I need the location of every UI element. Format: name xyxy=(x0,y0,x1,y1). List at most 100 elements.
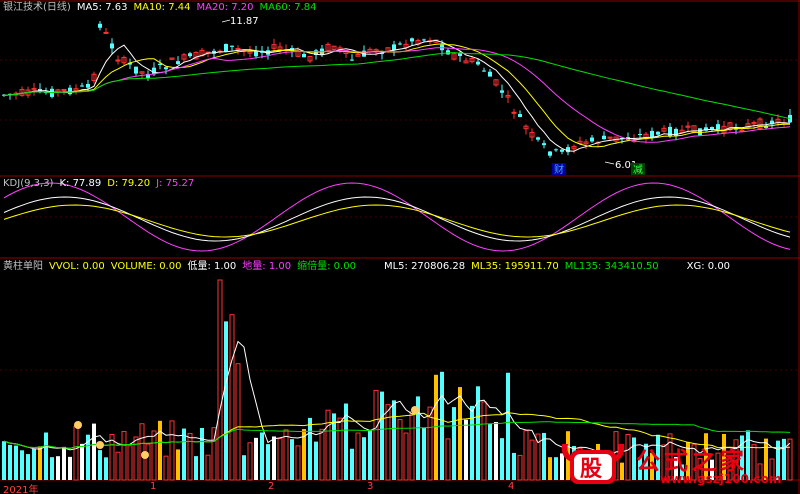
volume-bar xyxy=(337,417,343,481)
shrink-vol-value: 缩倍量: 0.00 xyxy=(297,261,356,272)
volume-bar xyxy=(362,437,366,480)
volume-bar xyxy=(277,438,283,481)
ma60-value: MA60: 7.84 xyxy=(259,2,317,13)
candle-body xyxy=(536,137,540,140)
volume-bar xyxy=(325,409,331,481)
candle-body xyxy=(511,111,517,114)
volume-bar xyxy=(56,456,60,480)
volume-bar xyxy=(145,443,151,481)
volume-indicator-legend: 黄柱单阳 VVOL: 0.00 VOLUME: 0.00 低量: 1.00 地量: 1.… xyxy=(3,261,736,273)
volume-bar xyxy=(50,457,54,480)
kdj-d-value: D: 79.20 xyxy=(107,178,151,189)
candle-body xyxy=(98,23,102,28)
badge-cai-label: 财 xyxy=(554,163,564,176)
volume-bar xyxy=(488,423,492,480)
high-price-annotation: 11.87 xyxy=(221,16,259,27)
candle-body xyxy=(482,70,486,72)
volume-bar xyxy=(290,439,294,480)
volume-bar xyxy=(80,443,84,480)
candle-body xyxy=(61,88,67,91)
volume-bar xyxy=(98,450,102,480)
candle-body xyxy=(410,38,414,42)
candle-body xyxy=(446,50,450,55)
event-badge-cai[interactable]: 财 xyxy=(552,163,566,176)
bull-logo-icon: 股 xyxy=(561,444,625,484)
kdj-k-value: K: 77.89 xyxy=(59,178,102,189)
volume-bar xyxy=(176,449,180,480)
volume-bar xyxy=(308,417,312,480)
x-axis-year-label: 2021年 xyxy=(3,485,39,494)
volume-bar xyxy=(38,446,42,480)
volume-bar xyxy=(169,420,175,481)
x-axis-month-1: 1 xyxy=(150,481,157,492)
volume-bar xyxy=(121,430,127,481)
volume-bar xyxy=(68,456,72,480)
volume-bar xyxy=(133,436,139,481)
candlestick-series xyxy=(2,21,792,158)
candle-body xyxy=(554,149,558,151)
volume-bar xyxy=(452,407,456,480)
watermark-url: www.gszj100.com xyxy=(660,472,782,486)
vol-indicator-title[interactable]: 黄柱单阳 xyxy=(3,261,43,272)
volume-bar xyxy=(2,441,6,480)
volume-bar xyxy=(127,445,133,481)
volume-bar xyxy=(104,457,108,480)
volume-value: VOLUME: 0.00 xyxy=(110,261,182,272)
volume-bar xyxy=(548,457,552,480)
candle-body xyxy=(716,124,720,130)
candle-body xyxy=(590,137,594,142)
candle-body xyxy=(103,31,109,34)
volume-bar xyxy=(373,389,379,481)
volume-bar xyxy=(506,372,510,480)
volume-bar xyxy=(92,423,96,480)
volume-bar xyxy=(73,425,79,481)
volume-bar xyxy=(295,445,301,481)
floor-vol-value: 地量: 1.00 xyxy=(242,261,292,272)
volume-bar xyxy=(422,427,426,480)
kdj-title[interactable]: KDJ(9,3,3) xyxy=(3,178,53,189)
volume-bar xyxy=(260,432,264,480)
candle-body xyxy=(176,61,180,65)
volume-bar xyxy=(445,438,451,481)
volume-bar xyxy=(272,436,276,480)
candle-body xyxy=(668,126,672,137)
volume-bar xyxy=(205,454,211,481)
candle-body xyxy=(560,149,564,152)
volume-bar xyxy=(481,401,487,481)
volume-bar xyxy=(235,363,241,481)
candle-body xyxy=(698,128,702,136)
ml35-value: ML35: 195911.70 xyxy=(471,261,559,272)
volume-bar xyxy=(26,454,30,480)
candle-body xyxy=(548,151,552,156)
ma5-value: MA5: 7.63 xyxy=(76,2,128,13)
volume-bar xyxy=(62,446,66,480)
volume-bar xyxy=(529,439,535,481)
volume-bar xyxy=(187,432,193,481)
chart-canvas[interactable]: 11.87 6.01 财 减 xyxy=(0,0,800,494)
volume-bar xyxy=(283,429,289,481)
ml5-value: ML5: 270806.28 xyxy=(383,261,466,272)
candle-body xyxy=(110,43,114,49)
candle-body xyxy=(134,66,138,74)
volume-bar xyxy=(194,456,198,480)
volume-bar xyxy=(392,400,396,480)
candle-body xyxy=(542,143,546,146)
volume-bar xyxy=(385,404,391,481)
volume-bar xyxy=(355,432,361,481)
security-title[interactable]: 银江技术(日线) xyxy=(3,2,71,13)
candle-body xyxy=(488,71,492,77)
x-axis-month-2: 2 xyxy=(268,481,275,492)
candle-body xyxy=(86,84,90,88)
volume-bar xyxy=(224,321,228,480)
hand-signal-icon xyxy=(96,441,104,449)
candle-body xyxy=(638,134,642,136)
ma10-value: MA10: 7.44 xyxy=(133,2,191,13)
hand-signal-icon xyxy=(411,406,419,414)
volume-bar xyxy=(380,391,384,480)
candle-body xyxy=(235,47,241,50)
volume-bar xyxy=(464,419,468,480)
event-badge-jian[interactable]: 减 xyxy=(631,163,645,176)
volume-bar xyxy=(14,445,18,480)
volume-bar xyxy=(458,387,462,480)
candle-body xyxy=(656,131,660,135)
